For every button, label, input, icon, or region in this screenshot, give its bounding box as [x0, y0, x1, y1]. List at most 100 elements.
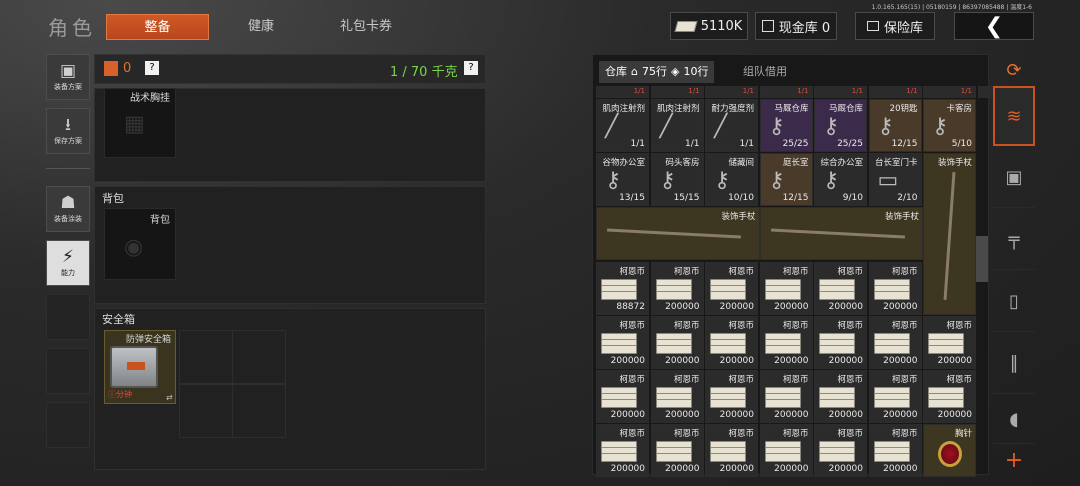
cash-icon	[764, 279, 805, 303]
tab-warehouse[interactable]: 仓库 ⌂ 75行 ◈ 10行	[599, 61, 715, 83]
item-cell[interactable]: 肌肉注射剂 ╱ 1/1	[650, 99, 704, 152]
swap-icon[interactable]: ⇄	[166, 393, 173, 402]
category-misc[interactable]: ◖	[993, 396, 1035, 444]
sort-button[interactable]: ⟳	[993, 54, 1035, 86]
insurance-icon	[866, 21, 879, 31]
equip-count: 0	[123, 61, 132, 76]
item-cell-cane-horizontal[interactable]: 装饰手杖	[759, 207, 923, 260]
cash-icon	[601, 333, 641, 357]
cash-cell[interactable]: 柯恩币 200000	[650, 424, 704, 477]
item-icon: ⚷	[768, 168, 785, 193]
cash-cell[interactable]: 柯恩币 88872	[596, 262, 649, 315]
cash-cell[interactable]: 柯恩币 200000	[705, 424, 758, 477]
item-cell[interactable]: 谷物办公室 ⚷ 13/15	[596, 153, 649, 206]
backpack-icon: ◉	[124, 235, 144, 260]
cash-cell[interactable]: 柯恩币 200000	[759, 316, 813, 369]
item-cell[interactable]: 台长室门卡 ▭ 2/10	[868, 153, 922, 206]
item-icon: ╱	[605, 114, 619, 139]
stack-icon: ≋	[1006, 105, 1022, 127]
category-ammo[interactable]: ∥	[993, 334, 1035, 394]
item-cell-brooch[interactable]: 胸针	[923, 424, 976, 477]
cash-cell[interactable]: 柯恩币 200000	[650, 316, 704, 369]
cash-cell[interactable]: 柯恩币 200000	[759, 424, 813, 477]
item-cell[interactable]: 马厩仓库 ⚷ 25/25	[759, 99, 813, 152]
help-icon-2[interactable]: ?	[464, 61, 478, 75]
item-cell[interactable]: 储藏间 ⚷ 10/10	[705, 153, 758, 206]
cash-cell[interactable]: 柯恩币 200000	[650, 262, 704, 315]
cash-cell[interactable]: 柯恩币 200000	[923, 370, 976, 423]
cash-cell[interactable]: 柯恩币 200000	[868, 262, 922, 315]
cash-cell[interactable]: 柯恩币 200000	[814, 370, 867, 423]
ability-button[interactable]: ⚡ 能力	[46, 240, 90, 286]
add-button[interactable]: +	[993, 444, 1035, 476]
item-cell[interactable]: 卡客房 ⚷ 5/10	[923, 99, 976, 152]
cash-cell[interactable]: 柯恩币 200000	[759, 370, 813, 423]
item-cell[interactable]: 综合办公室 ⚷ 9/10	[814, 153, 867, 206]
page-title: 角色	[48, 16, 96, 40]
cash-cell[interactable]: 柯恩币 200000	[596, 316, 649, 369]
version-label: 1.0.165.165(15) | 05180159 | 86397085488…	[871, 4, 1032, 11]
item-cell-cane-horizontal[interactable]: 装饰手杖	[596, 207, 760, 260]
save-loadout-button[interactable]: ⭳ 保存方案	[46, 108, 90, 154]
cash-cell[interactable]: 柯恩币 200000	[814, 262, 867, 315]
cash-cell[interactable]: 柯恩币 200000	[705, 316, 758, 369]
item-cell-partial[interactable]: 1/1	[923, 86, 976, 98]
item-icon: ⚷	[823, 168, 840, 193]
category-weapons[interactable]: ╤	[993, 210, 1035, 270]
item-cell-partial[interactable]: 1/1	[759, 86, 813, 98]
back-button[interactable]: ❮	[954, 12, 1034, 40]
category-ammo-mags[interactable]: ▯	[993, 272, 1035, 332]
cash-cell[interactable]: 柯恩币 200000	[705, 370, 758, 423]
item-cell-partial[interactable]: 1/1	[814, 86, 867, 98]
cash-cell[interactable]: 柯恩币 200000	[596, 370, 649, 423]
item-cell-partial[interactable]: 1/1	[650, 86, 704, 98]
cash-icon	[764, 333, 805, 357]
item-cell[interactable]: 马厩仓库 ⚷ 25/25	[814, 99, 867, 152]
cash-cell[interactable]: 柯恩币 200000	[596, 424, 649, 477]
cash-cell[interactable]: 柯恩币 200000	[814, 424, 867, 477]
item-cell-cane-vertical[interactable]: 装饰手杖	[923, 153, 976, 315]
currency-display[interactable]: 5110K	[670, 12, 748, 40]
item-cell[interactable]: 庭长室 ⚷ 12/15	[759, 153, 813, 206]
cash-cell[interactable]: 柯恩币 200000	[814, 316, 867, 369]
cash-icon	[819, 279, 859, 303]
warehouse-scrollbar[interactable]	[976, 236, 988, 282]
tag-icon: ◈	[670, 65, 680, 78]
cash-cell[interactable]: 柯恩币 200000	[868, 370, 922, 423]
cash-cell[interactable]: 柯恩币 200000	[650, 370, 704, 423]
category-all[interactable]: ≋	[993, 86, 1035, 146]
weight-label: 1 / 70 千克	[390, 65, 458, 80]
safe-timer: ⓘ分钟	[108, 390, 132, 399]
item-icon: ⚷	[605, 168, 622, 193]
item-cell-partial[interactable]: 1/1	[596, 86, 649, 98]
help-icon[interactable]: ?	[145, 61, 159, 75]
backpack-slot-label: 背包	[150, 215, 170, 226]
category-gear[interactable]: ▣	[993, 148, 1035, 208]
item-cell[interactable]: 耐力强度剂 ╱ 1/1	[705, 99, 758, 152]
tab-team-borrow[interactable]: 组队借用	[737, 61, 793, 83]
insurance-button[interactable]: 保险库	[855, 12, 935, 40]
cash-icon	[873, 279, 914, 303]
cash-cell[interactable]: 柯恩币 200000	[923, 316, 976, 369]
cash-cell[interactable]: 柯恩币 200000	[705, 262, 758, 315]
item-cell[interactable]: 20钥匙 ⚷ 12/15	[868, 99, 922, 152]
cash-icon	[873, 441, 914, 465]
cash-icon	[928, 387, 968, 411]
gold-vault-button[interactable]: 现金库 0	[755, 12, 837, 40]
cash-icon	[764, 387, 805, 411]
cash-cell[interactable]: 柯恩币 200000	[868, 424, 922, 477]
cash-cell[interactable]: 柯恩币 200000	[759, 262, 813, 315]
loadout-button[interactable]: ▣ 装备方案	[46, 54, 90, 100]
cash-cell[interactable]: 柯恩币 200000	[868, 316, 922, 369]
skin-button[interactable]: ☗ 装备涂装	[46, 186, 90, 232]
item-icon: ⚷	[932, 114, 949, 139]
item-cell[interactable]: 肌肉注射剂 ╱ 1/1	[596, 99, 649, 152]
tab-health[interactable]: 健康	[226, 14, 296, 40]
cash-icon	[873, 333, 914, 357]
tab-gift-cards[interactable]: 礼包卡券	[326, 14, 406, 40]
item-cell-partial[interactable]: 1/1	[868, 86, 922, 98]
item-cell[interactable]: 码头客房 ⚷ 15/15	[650, 153, 704, 206]
cash-icon	[655, 333, 696, 357]
tab-equipment[interactable]: 整备	[106, 14, 209, 40]
item-cell-partial[interactable]: 1/1	[705, 86, 758, 98]
